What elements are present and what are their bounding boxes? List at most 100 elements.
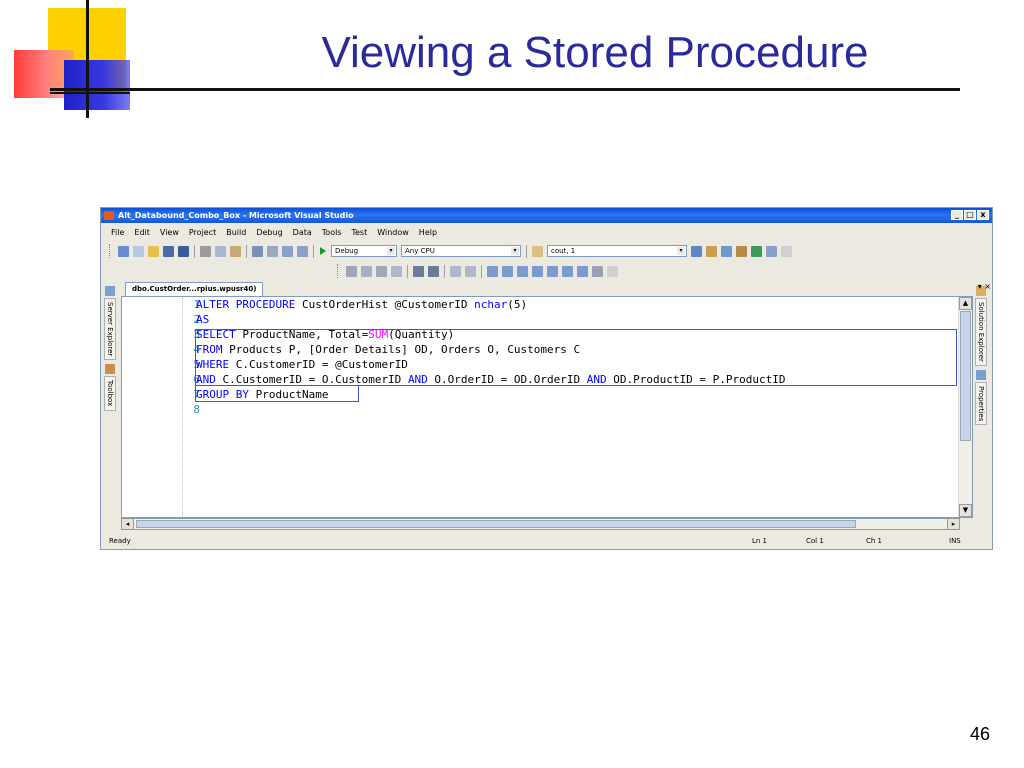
solution-explorer-tab[interactable]: Solution Explorer [975,298,987,366]
save-all-icon[interactable] [178,245,189,257]
sql-keyword: GROUP BY [196,388,249,401]
previous-bookmark-icon[interactable] [502,265,513,277]
sql-text: C.CustomerID = @CustomerID [229,358,408,371]
document-tab[interactable]: dbo.CustOrder...rpius.wpusr40) [125,282,264,296]
sql-text: OD.ProductID = P.ProductID [606,373,786,386]
next-bookmark-folder-icon[interactable] [547,265,558,277]
comment-out-icon[interactable] [450,265,461,277]
paste-icon[interactable] [230,245,241,257]
previous-bookmark-folder-icon[interactable] [532,265,543,277]
navigate-forward-icon[interactable] [297,245,308,257]
find-in-files-icon[interactable] [532,245,543,257]
add-item-icon[interactable] [133,245,144,257]
menu-file[interactable]: File [111,228,124,237]
new-project-icon[interactable] [118,245,129,257]
toolbar-grip[interactable] [337,264,341,278]
code-line-1[interactable]: ALTER PROCEDURE CustOrderHist @CustomerI… [196,297,956,312]
object-browser-icon[interactable] [751,245,762,257]
redo-icon[interactable] [267,245,278,257]
undo-icon[interactable] [252,245,263,257]
next-bookmark-icon[interactable] [517,265,528,277]
decor-horizontal-line-short [50,92,130,94]
solution-explorer-icon[interactable] [706,245,717,257]
visual-studio-window: Alt_Databound_Combo_Box - Microsoft Visu… [100,207,993,550]
code-editor[interactable]: 1 2 3 4 5 6 7 8 ALTER PROCEDURE CustOrde… [121,296,973,518]
uncomment-icon[interactable] [465,265,476,277]
solution-platform-value: Any CPU [405,247,435,255]
menu-build[interactable]: Build [226,228,246,237]
status-column: Col 1 [806,537,824,545]
toolbar-grip[interactable] [109,244,113,258]
menu-tools[interactable]: Tools [322,228,342,237]
member-list-icon[interactable] [346,265,357,277]
decor-blue-square [64,60,130,110]
scroll-up-button[interactable]: ▲ [959,297,972,310]
sql-text: CustOrderHist @CustomerID [295,298,475,311]
complete-word-icon[interactable] [391,265,402,277]
code-lines[interactable]: ALTER PROCEDURE CustOrderHist @CustomerI… [196,297,956,417]
start-debugging-icon[interactable] [320,247,326,255]
sql-keyword: SELECT [196,328,236,341]
menu-project[interactable]: Project [189,228,216,237]
code-line-2[interactable]: AS [196,312,956,327]
window-titlebar[interactable]: Alt_Databound_Combo_Box - Microsoft Visu… [101,208,992,223]
navigate-back-icon[interactable] [282,245,293,257]
toggle-bookmark-icon[interactable] [487,265,498,277]
sql-keyword: AS [196,313,210,326]
server-explorer-tab[interactable]: Server Explorer [104,298,116,361]
cut-icon[interactable] [200,245,211,257]
increase-indent-icon[interactable] [428,265,439,277]
sql-keyword: nchar [474,298,508,311]
scroll-down-button[interactable]: ▼ [959,504,972,517]
minimize-button[interactable]: _ [951,210,963,220]
toolbar-options-icon[interactable] [781,245,792,257]
left-tool-rail: Server Explorer Toolbox [104,284,118,414]
scroll-left-button[interactable]: ◂ [121,518,134,530]
toolbar-separator [481,264,482,278]
properties-tab[interactable]: Properties [975,381,987,426]
sql-keyword: AND [407,373,428,386]
menu-window[interactable]: Window [377,228,409,237]
code-line-5[interactable]: WHERE C.CustomerID = @CustomerID [196,357,956,372]
menu-edit[interactable]: Edit [134,228,150,237]
copy-icon[interactable] [215,245,226,257]
toolbox-icon[interactable] [736,245,747,257]
save-icon[interactable] [163,245,174,257]
decrease-indent-icon[interactable] [413,265,424,277]
vertical-scrollbar[interactable]: ▲ ▼ [958,297,972,517]
menu-help[interactable]: Help [419,228,437,237]
vertical-scroll-thumb[interactable] [960,311,971,441]
solution-config-value: Debug [335,247,359,255]
code-line-3[interactable]: SELECT ProductName, Total=SUM(Quantity) [196,327,956,342]
code-line-7[interactable]: GROUP BY ProductName [196,387,956,402]
solution-platform-combo[interactable]: Any CPU ▾ [401,245,521,257]
toolbox-tab[interactable]: Toolbox [104,376,116,411]
start-page-icon[interactable] [766,245,777,257]
solution-config-combo[interactable]: Debug ▾ [331,245,397,257]
scroll-right-button[interactable]: ▸ [947,518,960,530]
find-icon[interactable] [691,245,702,257]
code-line-8[interactable] [196,402,956,417]
previous-bookmark-document-icon[interactable] [562,265,573,277]
next-bookmark-document-icon[interactable] [577,265,588,277]
open-file-icon[interactable] [148,245,159,257]
parameter-info-icon[interactable] [361,265,372,277]
menu-data[interactable]: Data [293,228,312,237]
horizontal-scrollbar[interactable]: ◂ ▸ [121,518,960,530]
toolbar-options-icon[interactable] [607,265,618,277]
find-combo[interactable]: cout, 1 ▾ [547,245,687,257]
toolbar-separator [246,244,247,258]
properties-window-icon[interactable] [721,245,732,257]
chevron-down-icon: ▾ [677,247,685,255]
menu-test[interactable]: Test [351,228,367,237]
maximize-button[interactable]: □ [964,210,976,220]
code-line-4[interactable]: FROM Products P, [Order Details] OD, Ord… [196,342,956,357]
code-line-6[interactable]: AND C.CustomerID = O.CustomerID AND O.Or… [196,372,956,387]
close-button[interactable]: x [977,210,989,220]
horizontal-scroll-thumb[interactable] [136,520,856,528]
clear-bookmarks-icon[interactable] [592,265,603,277]
tab-controls[interactable]: ▾ × [978,282,991,291]
menu-debug[interactable]: Debug [256,228,282,237]
menu-view[interactable]: View [160,228,179,237]
quick-info-icon[interactable] [376,265,387,277]
